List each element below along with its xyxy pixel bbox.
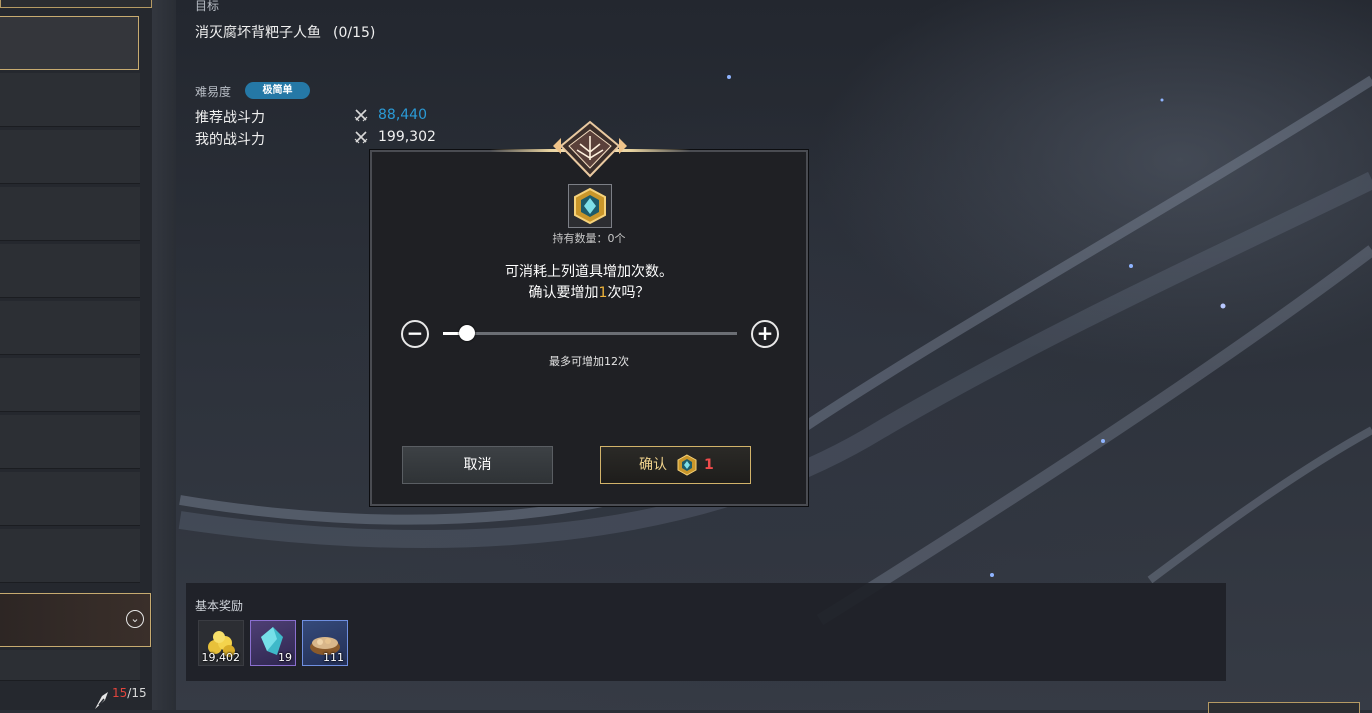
list-item[interactable] [0,415,140,469]
message-pre: 确认要增加 [528,285,599,301]
gem-shield-icon [574,187,606,225]
list-item[interactable] [0,529,140,583]
list-item[interactable] [0,301,140,355]
objective-name: 消灭腐坏背粑子人鱼 [195,25,321,41]
rewards-title: 基本奖励 [195,599,244,613]
feather-quill-icon [95,692,108,709]
difficulty-badge: 极简单 [245,82,310,99]
quest-list-panel: ⌄ [0,0,153,710]
objective-progress: (0/15) [333,25,376,41]
message-post: 次吗？ [607,285,650,301]
list-item[interactable] [0,73,140,127]
confirm-cost: 1 [704,457,714,473]
list-item[interactable] [0,358,140,412]
dialog-message-line2: 确认要增加1次吗？ [370,282,808,302]
recommended-power-value: 88,440 [378,107,427,123]
list-item-top-partial[interactable] [0,0,152,8]
max-increase-text: 最多可增加12次 [549,355,629,368]
ornament-emblem-icon [553,120,627,178]
bottom-right-button-partial[interactable] [1208,702,1360,713]
list-item[interactable] [0,187,140,241]
chevron-down-icon: ⌄ [126,610,144,628]
category-dropdown[interactable]: ⌄ [0,593,151,647]
confirm-button[interactable]: 确认 1 [600,446,751,484]
confirm-label: 确认 [639,457,667,473]
crossed-swords-icon [354,131,368,144]
cancel-button[interactable]: 取消 [402,446,553,484]
reward-qty: 19 [278,651,292,664]
reward-qty: 111 [323,651,344,664]
reward-item-crystal[interactable]: 19 [250,620,296,666]
held-quantity-text: 持有数量：0个 [552,232,626,245]
list-item[interactable] [0,130,140,184]
my-power-label: 我的战斗力 [195,132,265,148]
objective-label: 目标 [195,0,220,13]
reward-item-material[interactable]: 111 [302,620,348,666]
item-slot[interactable] [568,184,612,228]
entry-count: 15/15 [112,686,147,700]
panel-divider [152,0,176,710]
list-item[interactable] [0,244,140,298]
increase-button[interactable]: + [751,320,779,348]
difficulty-label: 难易度 [195,85,232,99]
decrease-button[interactable]: − [401,320,429,348]
dialog-message-line1: 可消耗上列道具增加次数。 [505,264,673,280]
my-power-value: 199,302 [378,129,436,145]
crossed-swords-icon [354,109,368,122]
gem-shield-icon [677,454,697,476]
recommended-power-label: 推荐战斗力 [195,110,265,126]
list-item-selected[interactable] [0,16,139,70]
reward-qty: 19,402 [201,651,241,664]
reward-item-gold[interactable]: 19,402 [198,620,244,666]
objective-text: 消灭腐坏背粑子人鱼 (0/15) [195,22,375,42]
list-item[interactable] [0,472,140,526]
count-slider-track[interactable] [443,332,737,335]
list-item[interactable] [0,650,140,681]
entry-count-total: /15 [127,686,147,700]
entry-count-current: 15 [112,686,128,700]
